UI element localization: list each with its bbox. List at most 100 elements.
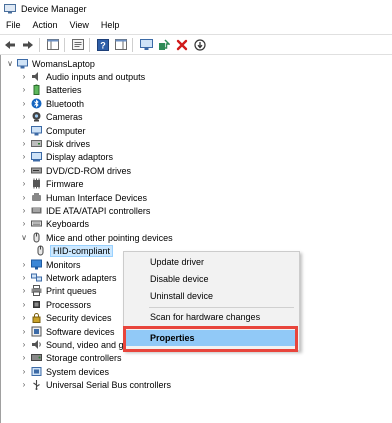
speaker-icon xyxy=(31,71,42,82)
tree-item-label: Computer xyxy=(46,125,86,136)
camera-icon xyxy=(31,111,42,122)
svg-text:?: ? xyxy=(100,40,106,50)
show-hide-console-tree-icon[interactable] xyxy=(45,38,61,52)
chevron-right-icon[interactable]: › xyxy=(19,97,29,110)
display-adapter-icon xyxy=(31,151,42,162)
tree-item[interactable]: › Software devices xyxy=(19,325,115,338)
bluetooth-icon xyxy=(31,98,42,109)
monitor-icon[interactable] xyxy=(138,38,154,52)
menu-help[interactable]: Help xyxy=(95,20,126,30)
tree-item[interactable]: › Processors xyxy=(19,298,91,311)
tree-item-label: Monitors xyxy=(46,259,81,270)
dvd-drive-icon xyxy=(31,165,42,176)
tree-item-label: Processors xyxy=(46,299,92,310)
chevron-down-icon[interactable]: ∨ xyxy=(19,231,29,244)
tree-root[interactable]: ∨ WomansLaptop xyxy=(5,57,95,70)
tree-item[interactable]: › Display adaptors xyxy=(19,150,113,163)
tree-item-label: Keyboards xyxy=(46,218,90,229)
menu-disable-device[interactable]: Disable device xyxy=(125,271,298,287)
update-driver-icon[interactable] xyxy=(156,38,172,52)
chevron-right-icon[interactable]: › xyxy=(19,137,29,150)
chevron-right-icon[interactable]: › xyxy=(19,351,29,364)
disk-drive-icon xyxy=(31,138,42,149)
tree-item[interactable]: › Sound, video and ga xyxy=(19,338,129,351)
tree-item-label: Display adaptors xyxy=(46,151,114,162)
menu-file[interactable]: File xyxy=(0,20,27,30)
menu-view[interactable]: View xyxy=(64,20,95,30)
chevron-right-icon[interactable]: › xyxy=(19,150,29,163)
tree-item[interactable]: › Monitors xyxy=(19,258,81,271)
action-pane-icon[interactable] xyxy=(113,38,129,52)
toolbar: ? xyxy=(0,34,392,55)
chevron-right-icon[interactable]: › xyxy=(19,298,29,311)
tree-item[interactable]: › Storage controllers xyxy=(19,351,122,364)
tree-item-selected[interactable]: HID-compliant xyxy=(33,244,114,257)
chevron-right-icon[interactable]: › xyxy=(19,378,29,391)
chevron-right-icon[interactable]: › xyxy=(19,338,29,351)
disable-icon[interactable] xyxy=(192,38,208,52)
menu-scan-hardware-changes[interactable]: Scan for hardware changes xyxy=(125,309,298,325)
tree-item[interactable]: › Keyboards xyxy=(19,217,89,230)
forward-arrow-icon[interactable] xyxy=(20,38,36,52)
uninstall-icon[interactable] xyxy=(174,38,190,52)
tree-item[interactable]: › Bluetooth xyxy=(19,97,84,110)
tree-item[interactable]: ∨ Mice and other pointing devices xyxy=(19,231,173,244)
tree-item-label: DVD/CD-ROM drives xyxy=(46,165,132,176)
tree-item[interactable]: › Human Interface Devices xyxy=(19,191,147,204)
toolbar-separator xyxy=(39,37,40,52)
chevron-right-icon[interactable]: › xyxy=(19,177,29,190)
tree-item[interactable]: › Universal Serial Bus controllers xyxy=(19,378,171,391)
chevron-right-icon[interactable]: › xyxy=(19,124,29,137)
tree-item[interactable]: › Firmware xyxy=(19,177,84,190)
chevron-right-icon[interactable]: › xyxy=(19,204,29,217)
tree-item-label: Sound, video and ga xyxy=(46,339,129,350)
tree-item-label: Security devices xyxy=(46,312,112,323)
chevron-right-icon[interactable]: › xyxy=(19,217,29,230)
chevron-right-icon[interactable]: › xyxy=(19,258,29,271)
tree-item[interactable]: › Computer xyxy=(19,124,86,137)
tree-item-label: System devices xyxy=(46,366,110,377)
tree-item[interactable]: › IDE ATA/ATAPI controllers xyxy=(19,204,151,217)
back-arrow-icon[interactable] xyxy=(2,38,18,52)
network-adapter-icon xyxy=(31,272,42,283)
tree-item[interactable]: › Security devices xyxy=(19,311,112,324)
chevron-right-icon[interactable]: › xyxy=(19,284,29,297)
chevron-right-icon[interactable]: › xyxy=(19,191,29,204)
tree-item-label: Mice and other pointing devices xyxy=(46,232,173,243)
tree-item[interactable]: › Network adapters xyxy=(19,271,117,284)
tree-item[interactable]: › Disk drives xyxy=(19,137,90,150)
software-device-icon xyxy=(31,326,42,337)
chevron-right-icon[interactable]: › xyxy=(19,110,29,123)
properties-icon[interactable] xyxy=(70,38,86,52)
menu-action[interactable]: Action xyxy=(27,20,64,30)
menu-uninstall-device[interactable]: Uninstall device xyxy=(125,288,298,304)
tree-item-label: Universal Serial Bus controllers xyxy=(46,379,172,390)
device-manager-icon xyxy=(4,3,16,13)
tree-item-label: Network adapters xyxy=(46,272,117,283)
printer-icon xyxy=(31,285,42,296)
chevron-right-icon[interactable]: › xyxy=(19,365,29,378)
tree-item-label: Storage controllers xyxy=(46,352,122,363)
tree-item-label: Cameras xyxy=(46,111,83,122)
mouse-icon xyxy=(31,232,42,243)
chevron-right-icon[interactable]: › xyxy=(19,325,29,338)
chevron-right-icon[interactable]: › xyxy=(19,70,29,83)
chevron-right-icon[interactable]: › xyxy=(19,164,29,177)
tree-item[interactable]: › System devices xyxy=(19,365,109,378)
chevron-right-icon[interactable]: › xyxy=(19,271,29,284)
tree-item[interactable]: › Cameras xyxy=(19,110,83,123)
battery-icon xyxy=(31,84,42,95)
chevron-down-icon[interactable]: ∨ xyxy=(5,57,15,70)
chevron-right-icon[interactable]: › xyxy=(19,311,29,324)
menu-update-driver[interactable]: Update driver xyxy=(125,254,298,270)
tree-item[interactable]: › Batteries xyxy=(19,83,82,96)
tree-item[interactable]: › Audio inputs and outputs xyxy=(19,70,145,83)
tree-item[interactable]: › DVD/CD-ROM drives xyxy=(19,164,131,177)
chevron-right-icon[interactable]: › xyxy=(19,83,29,96)
monitor-icon xyxy=(31,259,42,270)
help-icon[interactable]: ? xyxy=(95,38,111,52)
computer-icon xyxy=(17,58,28,69)
tree-item-label: Batteries xyxy=(46,84,82,95)
hid-icon xyxy=(31,192,42,203)
tree-item[interactable]: › Print queues xyxy=(19,284,97,297)
